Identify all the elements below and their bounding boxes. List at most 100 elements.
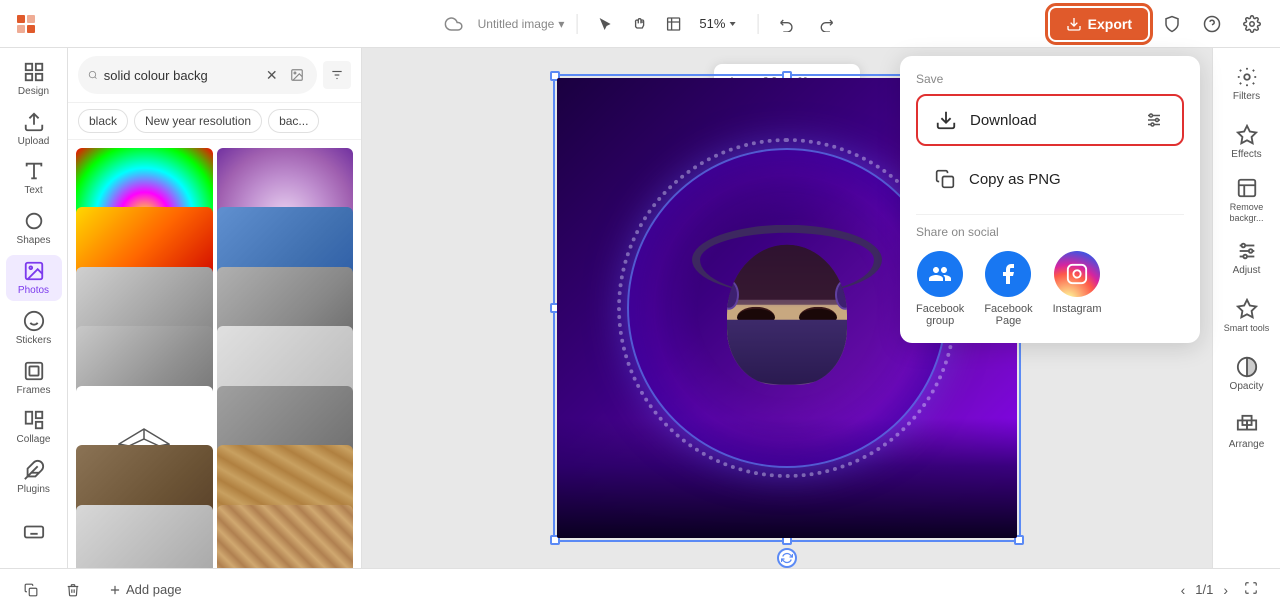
sidebar-label-text: Text bbox=[24, 185, 42, 196]
toolbar-icons: 51% bbox=[589, 8, 745, 40]
sidebar-item-remove-bg[interactable]: Remove backgr... bbox=[1219, 172, 1275, 228]
tags-row: black New year resolution bac... bbox=[68, 103, 361, 140]
save-label: Save bbox=[916, 72, 1184, 86]
tag-black[interactable]: black bbox=[78, 109, 128, 133]
divider bbox=[916, 214, 1184, 215]
sidebar-item-adjust[interactable]: Adjust bbox=[1219, 230, 1275, 286]
document-title[interactable]: Untitled image ▾ bbox=[478, 17, 565, 31]
prev-page-button[interactable]: ‹ bbox=[1179, 580, 1188, 600]
save-panel: Save Download Copy as PNG Share bbox=[900, 56, 1200, 343]
rs-label-filters: Filters bbox=[1233, 91, 1260, 102]
sidebar-item-filters[interactable]: Filters bbox=[1219, 56, 1275, 112]
copy-png-button[interactable]: Copy as PNG bbox=[916, 154, 1184, 204]
filter-button[interactable] bbox=[323, 61, 351, 89]
sidebar-label-collage: Collage bbox=[17, 434, 51, 445]
asset-thumb-wood2[interactable] bbox=[217, 505, 354, 568]
settings-button[interactable] bbox=[1236, 8, 1268, 40]
sidebar-item-design[interactable]: Design bbox=[6, 56, 62, 102]
char-head bbox=[727, 245, 847, 385]
search-icon bbox=[88, 68, 98, 82]
left-sidebar: Design Upload Text Shapes Photos Sticker… bbox=[0, 48, 68, 568]
sidebar-item-plugins[interactable]: Plugins bbox=[6, 454, 62, 500]
bottom-bar: Add page ‹ 1/1 › bbox=[0, 568, 1280, 610]
copy-png-label: Copy as PNG bbox=[969, 171, 1061, 188]
select-tool-button[interactable] bbox=[589, 8, 621, 40]
shield-icon-button[interactable] bbox=[1156, 8, 1188, 40]
sidebar-label-plugins: Plugins bbox=[17, 484, 50, 495]
topbar-center: Untitled image ▾ bbox=[438, 8, 843, 40]
tag-newyear[interactable]: New year resolution bbox=[134, 109, 262, 133]
copy-icon bbox=[931, 165, 959, 193]
sidebar-label-photos: Photos bbox=[18, 285, 49, 296]
zoom-control[interactable]: 51% bbox=[691, 12, 745, 35]
char-head-wrap bbox=[707, 225, 867, 385]
download-button[interactable]: Download bbox=[916, 94, 1184, 146]
sidebar-label-design: Design bbox=[18, 86, 49, 97]
search-input[interactable] bbox=[104, 68, 256, 83]
sidebar-item-arrange[interactable]: Arrange bbox=[1219, 404, 1275, 460]
frame-tool-button[interactable] bbox=[657, 8, 689, 40]
search-input-wrap[interactable]: ✕ bbox=[78, 56, 317, 94]
social-instagram[interactable]: Instagram bbox=[1053, 251, 1102, 327]
sidebar-item-shapes[interactable]: Shapes bbox=[6, 205, 62, 251]
sidebar-item-text[interactable]: Text bbox=[6, 156, 62, 202]
rs-label-effects: Effects bbox=[1231, 149, 1261, 160]
char-helmet bbox=[727, 245, 847, 305]
topbar-right: Export bbox=[1050, 8, 1268, 40]
export-button[interactable]: Export bbox=[1050, 8, 1148, 40]
page-nav: ‹ 1/1 › bbox=[1179, 579, 1264, 600]
asset-thumb-gray6[interactable] bbox=[76, 505, 213, 568]
next-page-button[interactable]: › bbox=[1221, 580, 1230, 600]
sidebar-item-smart-tools[interactable]: Smart tools bbox=[1219, 288, 1275, 344]
download-settings-button[interactable] bbox=[1140, 106, 1168, 134]
keyboard-shortcut-icon[interactable] bbox=[6, 504, 62, 560]
page-indicator: 1/1 bbox=[1195, 582, 1213, 597]
facebook-group-icon bbox=[917, 251, 963, 297]
redo-button[interactable] bbox=[810, 8, 842, 40]
copy-page-button[interactable] bbox=[16, 579, 46, 601]
right-sidebar: Filters Effects Remove backgr... Adjust … bbox=[1212, 48, 1280, 568]
rs-label-adjust: Adjust bbox=[1233, 265, 1261, 276]
sidebar-item-stickers[interactable]: Stickers bbox=[6, 305, 62, 351]
hand-tool-button[interactable] bbox=[623, 8, 655, 40]
rs-label-remove-bg: Remove backgr... bbox=[1219, 202, 1275, 224]
sidebar-item-effects[interactable]: Effects bbox=[1219, 114, 1275, 170]
image-search-button[interactable] bbox=[288, 61, 307, 89]
undo-button[interactable] bbox=[770, 8, 802, 40]
rs-label-arrange: Arrange bbox=[1229, 439, 1265, 450]
fb-group-label: Facebookgroup bbox=[916, 303, 964, 327]
app-logo[interactable] bbox=[12, 10, 40, 38]
clear-search-button[interactable]: ✕ bbox=[262, 61, 281, 89]
char-headphone-right bbox=[835, 280, 847, 310]
social-facebook-page[interactable]: FacebookPage bbox=[984, 251, 1032, 327]
social-row: Facebookgroup FacebookPage Instagram bbox=[916, 251, 1184, 327]
sidebar-item-opacity[interactable]: Opacity bbox=[1219, 346, 1275, 402]
cloud-save-icon[interactable] bbox=[438, 8, 470, 40]
search-bar: ✕ bbox=[68, 48, 361, 103]
download-left: Download bbox=[932, 106, 1037, 134]
fullscreen-button[interactable] bbox=[1238, 579, 1264, 600]
sidebar-item-upload[interactable]: Upload bbox=[6, 106, 62, 152]
char-mask bbox=[727, 320, 847, 385]
add-page-button[interactable]: Add page bbox=[100, 578, 190, 601]
help-button[interactable] bbox=[1196, 8, 1228, 40]
fb-page-label: FacebookPage bbox=[984, 303, 1032, 327]
rotate-handle[interactable] bbox=[777, 548, 797, 568]
assets-panel: ✕ black New year resolution bac... bbox=[68, 48, 362, 568]
facebook-page-icon bbox=[985, 251, 1031, 297]
tag-bac[interactable]: bac... bbox=[268, 109, 319, 133]
social-facebook-group[interactable]: Facebookgroup bbox=[916, 251, 964, 327]
sidebar-item-photos[interactable]: Photos bbox=[6, 255, 62, 301]
topbar: Untitled image ▾ bbox=[0, 0, 1280, 48]
assets-grid bbox=[68, 140, 361, 568]
sidebar-item-collage[interactable]: Collage bbox=[6, 404, 62, 450]
sidebar-label-upload: Upload bbox=[18, 136, 50, 147]
character bbox=[707, 225, 867, 385]
rs-label-smart-tools: Smart tools bbox=[1224, 323, 1270, 334]
sidebar-item-frames[interactable]: Frames bbox=[6, 355, 62, 401]
sidebar-label-stickers: Stickers bbox=[16, 335, 52, 346]
sidebar-label-shapes: Shapes bbox=[17, 235, 51, 246]
instagram-icon bbox=[1054, 251, 1100, 297]
sidebar-label-frames: Frames bbox=[17, 385, 51, 396]
delete-page-button[interactable] bbox=[58, 579, 88, 601]
